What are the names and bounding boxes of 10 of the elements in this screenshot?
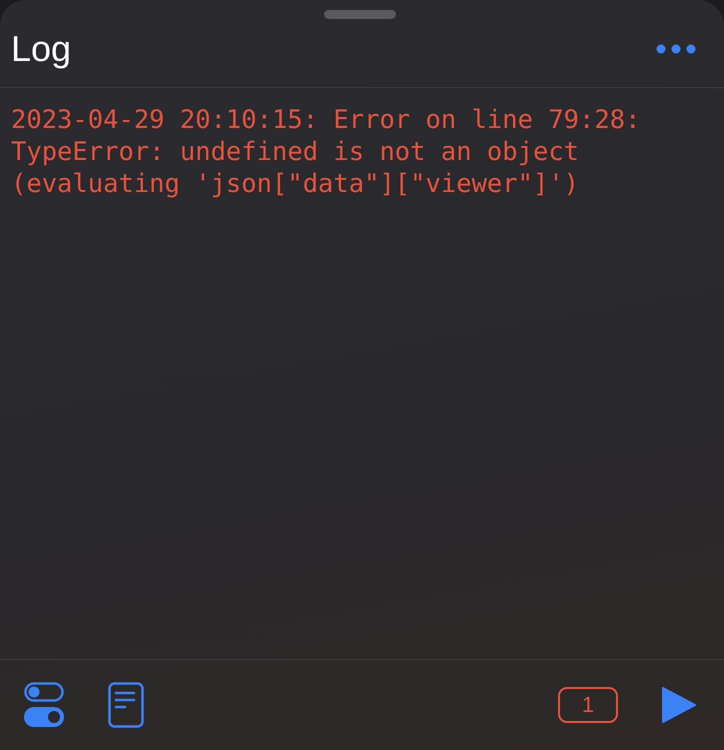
drag-handle[interactable] <box>324 10 396 19</box>
toggles-icon[interactable] <box>24 682 64 728</box>
log-line: TypeError: undefined is not an object <box>11 136 580 168</box>
sheet-title: Log <box>11 28 72 70</box>
play-icon[interactable] <box>662 686 696 724</box>
more-icon[interactable] <box>656 44 696 54</box>
error-count-badge[interactable]: 1 <box>558 687 618 723</box>
log-line: 2023-04-29 20:10:15: Error on line 79:28: <box>11 104 642 136</box>
log-line: (evaluating 'json["data"]["viewer"]') <box>11 168 580 200</box>
document-icon[interactable] <box>108 682 144 728</box>
